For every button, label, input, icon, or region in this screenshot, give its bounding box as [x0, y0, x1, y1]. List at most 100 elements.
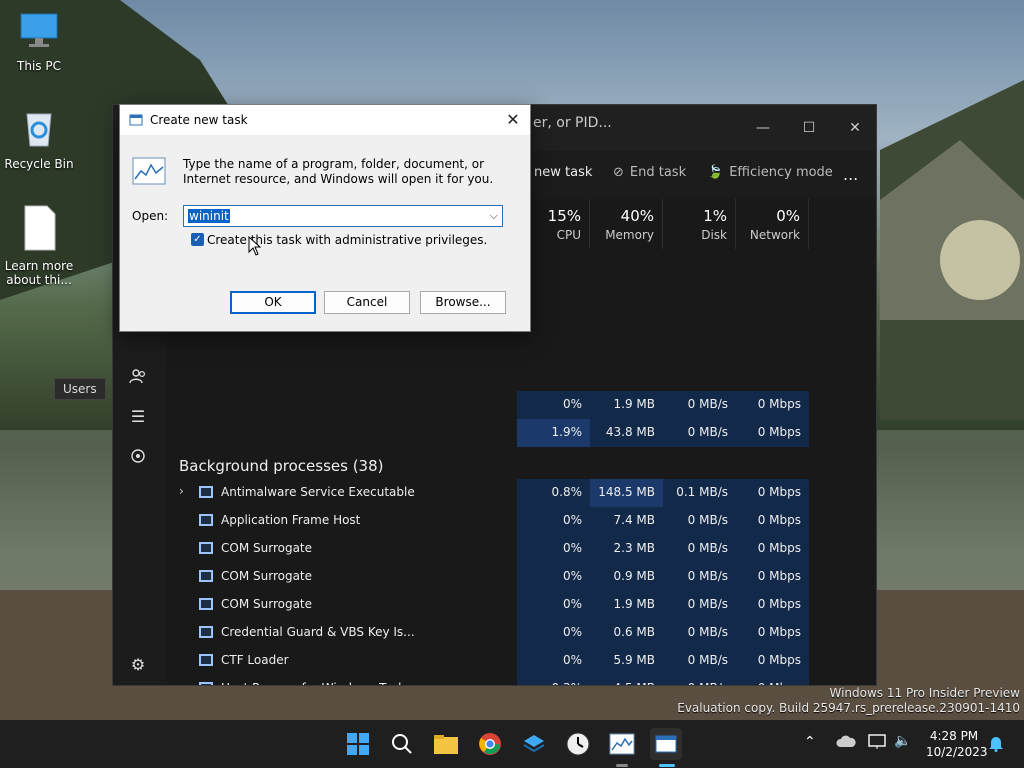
onedrive-icon[interactable]	[836, 734, 856, 753]
disk-cell: 0.1 MB/s	[663, 479, 736, 507]
watermark-line-2: Evaluation copy. Build 25947.rs_prerelea…	[677, 701, 1020, 715]
process-name: Application Frame Host	[221, 513, 361, 527]
notification-bell-icon[interactable]	[988, 734, 1004, 755]
memory-cell: 0.6 MB	[590, 619, 663, 647]
run-icon[interactable]	[650, 728, 682, 760]
admin-privileges-checkbox[interactable]: ✓	[191, 233, 204, 246]
mouse-cursor-icon	[248, 236, 262, 256]
network-cell: 0 Mbps	[736, 647, 809, 675]
active-indicator	[659, 764, 675, 767]
disk-cell: 0 MB/s	[663, 507, 736, 535]
table-row[interactable]: COM Surrogate 0% 2.3 MB 0 MB/s 0 Mbps	[167, 535, 876, 563]
disk-cell: 0 MB/s	[663, 419, 736, 447]
table-row[interactable]: › Antimalware Service Executable 0.8% 148.5…	[167, 479, 876, 507]
efficiency-mode-button[interactable]: 🍃 Efficiency mode	[707, 165, 833, 180]
volume-muted-icon[interactable]: 🔈	[894, 733, 911, 749]
task-manager-icon[interactable]	[606, 728, 638, 760]
cancel-button[interactable]: Cancel	[324, 291, 410, 314]
table-row[interactable]: COM Surrogate 0% 0.9 MB 0 MB/s 0 Mbps	[167, 563, 876, 591]
run-new-task-label: new task	[534, 165, 593, 180]
browse-button[interactable]: Browse...	[420, 291, 506, 314]
clock-app-icon[interactable]	[562, 728, 594, 760]
chrome-icon[interactable]	[474, 728, 506, 760]
services-icon[interactable]	[125, 443, 151, 469]
column-header-disk[interactable]: 1% Disk	[663, 199, 736, 249]
network-cell: 0 Mbps	[736, 591, 809, 619]
chevron-up-icon[interactable]: ⌃	[804, 734, 816, 750]
table-row[interactable]: Application Frame Host 0% 7.4 MB 0 MB/s 0 Mb…	[167, 507, 876, 535]
maximize-button[interactable]: ☐	[786, 113, 832, 143]
table-row[interactable]: Host Process for Windows Tasks 0.3%4.5 MB…	[167, 675, 876, 685]
disk-cell: 0 MB/s	[663, 591, 736, 619]
recycle-bin-icon	[0, 106, 78, 153]
network-icon[interactable]	[868, 734, 886, 753]
table-row[interactable]: Credential Guard & VBS Key Is... 0% 0.6 MB…	[167, 619, 876, 647]
process-icon	[199, 682, 213, 685]
desktop-icon-learn-more[interactable]: Learn more about thi...	[0, 204, 78, 287]
dialog-close-button[interactable]: ✕	[502, 109, 524, 131]
table-row[interactable]: 1.9% 43.8 MB 0 MB/s 0 Mbps	[167, 419, 876, 447]
process-name: Host Process for Windows Tasks	[221, 681, 411, 685]
desktop-icon-recycle-bin[interactable]: Recycle Bin	[0, 106, 78, 171]
column-header-memory[interactable]: 40% Memory	[590, 199, 663, 249]
table-row[interactable]: CTF Loader 0% 5.9 MB 0 MB/s 0 Mbps	[167, 647, 876, 675]
memory-cell: 1.9 MB	[590, 591, 663, 619]
process-icon	[199, 486, 213, 498]
cpu-cell: 0%	[517, 535, 590, 563]
settings-gear-icon[interactable]: ⚙	[125, 651, 151, 677]
network-cell: 0 Mbps	[736, 675, 809, 685]
task-manager-graph-icon	[132, 157, 166, 188]
efficiency-mode-label: Efficiency mode	[729, 165, 833, 180]
taskbar: ⌃ 🔈 4:28 PM 10/2/2023	[0, 720, 1024, 768]
memory-cell: 4.5 MB	[590, 675, 663, 685]
open-input-value[interactable]: wininit	[188, 209, 230, 223]
process-icon	[199, 598, 213, 610]
process-name: COM Surrogate	[221, 597, 313, 611]
network-cell: 0 Mbps	[736, 563, 809, 591]
tray-clock[interactable]: 4:28 PM 10/2/2023	[926, 728, 988, 760]
disk-cell: 0 MB/s	[663, 675, 736, 685]
network-label: Network	[749, 228, 800, 242]
chevron-right-icon[interactable]: ›	[179, 484, 184, 498]
search-icon[interactable]	[386, 728, 418, 760]
chevron-down-icon[interactable]: ⌵	[490, 209, 498, 223]
run-new-task-button[interactable]: new task	[534, 165, 592, 180]
background-processes-heading: Background processes (38)	[179, 457, 384, 475]
watermark-line-1: Windows 11 Pro Insider Preview	[829, 686, 1020, 700]
dialog-description: Type the name of a program, folder, docu…	[183, 157, 494, 186]
column-header-network[interactable]: 0% Network	[736, 199, 809, 249]
memory-cell: 2.3 MB	[590, 535, 663, 563]
document-icon	[0, 204, 78, 255]
memory-cell: 148.5 MB	[590, 479, 663, 507]
cpu-cell: 0%	[517, 507, 590, 535]
users-icon[interactable]	[125, 363, 151, 389]
memory-cell: 5.9 MB	[590, 647, 663, 675]
app-icon[interactable]	[518, 728, 550, 760]
details-list-icon[interactable]: ☰	[125, 403, 151, 429]
file-explorer-icon[interactable]	[430, 728, 462, 760]
end-task-icon: ⊘	[613, 165, 624, 180]
start-icon[interactable]	[342, 728, 374, 760]
cpu-cell: 0%	[517, 619, 590, 647]
cpu-cell: 0.3%	[517, 675, 590, 685]
open-label: Open:	[132, 209, 169, 223]
open-combobox[interactable]: wininit ⌵	[183, 205, 503, 227]
process-icon	[199, 542, 213, 554]
end-task-button[interactable]: ⊘ End task	[613, 165, 686, 180]
ok-button[interactable]: OK	[230, 291, 316, 314]
desktop-icon-this-pc[interactable]: This PC	[0, 8, 78, 73]
minimize-button[interactable]: —	[740, 113, 786, 143]
evaluation-watermark: Windows 11 Pro Insider Preview Evaluatio…	[677, 686, 1020, 716]
more-options-button[interactable]: ...	[843, 165, 858, 184]
memory-cell: 0.9 MB	[590, 563, 663, 591]
process-name: Credential Guard & VBS Key Is...	[221, 625, 415, 639]
disk-label: Disk	[701, 228, 727, 242]
cpu-cell: 1.9%	[517, 419, 590, 447]
memory-cell: 43.8 MB	[590, 419, 663, 447]
network-cell: 0 Mbps	[736, 619, 809, 647]
cpu-cell: 0%	[517, 647, 590, 675]
close-button[interactable]: ✕	[832, 113, 876, 143]
table-row[interactable]: 0% 1.9 MB 0 MB/s 0 Mbps	[167, 391, 876, 419]
task-manager-search-input[interactable]: er, or PID...	[533, 115, 612, 131]
table-row[interactable]: COM Surrogate 0% 1.9 MB 0 MB/s 0 Mbps	[167, 591, 876, 619]
